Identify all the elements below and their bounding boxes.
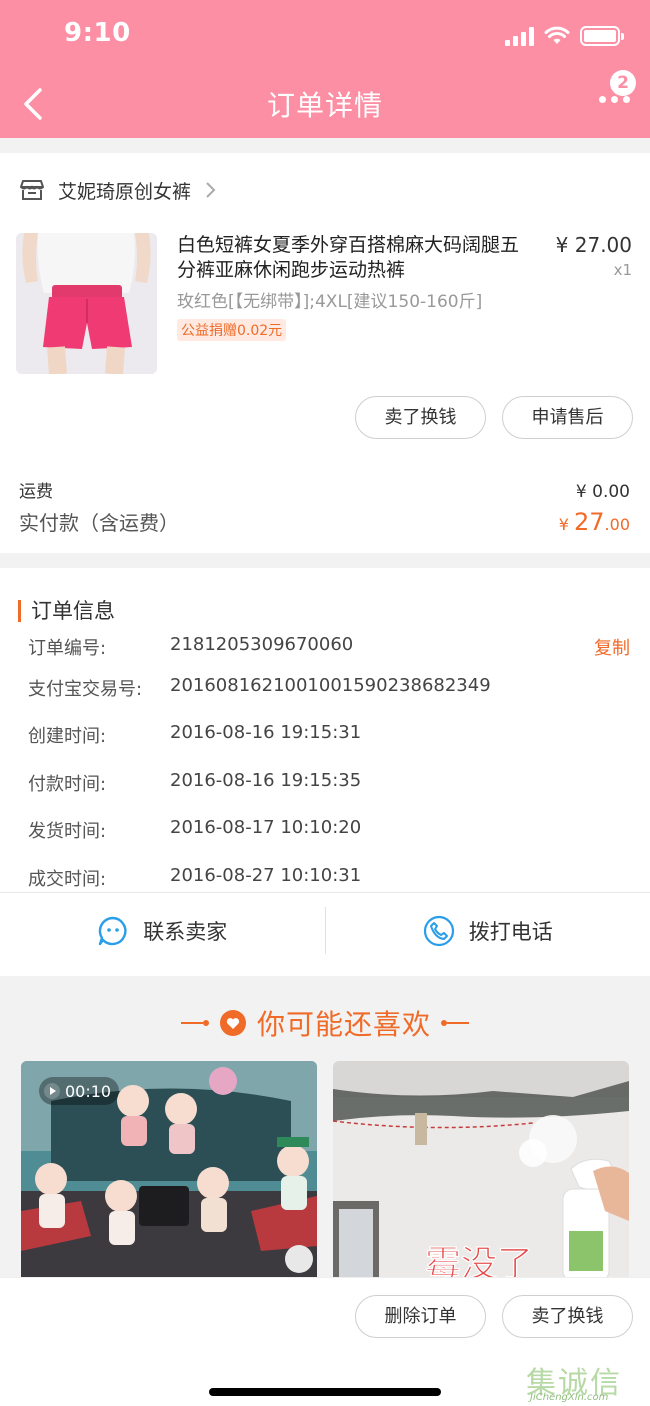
heart-icon	[219, 1010, 246, 1036]
product-image[interactable]	[16, 233, 157, 374]
product-title[interactable]: 白色短裤女夏季外穿百搭棉麻大码阔腿五分裤亚麻休闲跑步运动热裤	[177, 233, 537, 283]
call-phone-button[interactable]: 拨打电话	[326, 893, 650, 968]
info-row-order-no: 订单编号: 2181205309670060 复制	[28, 634, 630, 660]
shop-link[interactable]: 艾妮琦原创女裤	[20, 175, 217, 205]
recommend-item-2[interactable]: 霉没了	[333, 1061, 629, 1281]
info-row-shipped: 发货时间: 2016-08-17 10:10:20	[28, 817, 362, 842]
app-header: 9:10 订单详情 2	[0, 0, 650, 138]
status-time: 9:10	[64, 18, 131, 48]
video-duration-tag: 00:10	[39, 1077, 120, 1105]
info-row-created: 创建时间: 2016-08-16 19:15:31	[28, 722, 362, 747]
chevron-right-icon	[206, 182, 216, 198]
order-info-card: 订单信息 订单编号: 2181205309670060 复制 支付宝交易号: 2…	[0, 568, 650, 976]
home-indicator[interactable]	[209, 1388, 441, 1396]
info-row-paid: 付款时间: 2016-08-16 19:15:35	[28, 770, 362, 795]
recommend-header: 你可能还喜欢	[0, 1000, 650, 1046]
product-sku: 玫红色[【无绑带】];4XL[建议150-160斤]	[177, 292, 483, 312]
status-icons	[505, 22, 624, 50]
shop-icon	[20, 180, 44, 200]
call-phone-label: 拨打电话	[468, 919, 553, 944]
freight-label: 运费	[19, 482, 53, 502]
more-icon[interactable]	[599, 96, 630, 103]
paid-label: 实付款（含运费）	[19, 511, 179, 535]
charity-badge: 公益捐赠0.02元	[177, 319, 287, 341]
delete-order-button[interactable]: 删除订单	[355, 1295, 486, 1338]
paid-row: 实付款（含运费） ¥ 27.00	[19, 507, 630, 536]
battery-icon	[580, 26, 624, 46]
notification-badge: 2	[610, 70, 636, 96]
recommend-title: 你可能还喜欢	[256, 1008, 431, 1041]
decor-line-left	[180, 1020, 209, 1026]
shop-name: 艾妮琦原创女裤	[58, 180, 192, 203]
contact-seller-label: 联系卖家	[143, 919, 228, 944]
phone-icon	[423, 915, 454, 946]
contact-seller-button[interactable]: 联系卖家	[0, 893, 325, 968]
play-icon	[44, 1083, 60, 1099]
order-card: 艾妮琦原创女裤 白色短裤女夏季外穿百搭棉麻大码阔腿五分裤亚麻休闲跑步运动热裤 玫…	[0, 153, 650, 553]
recommend-item-2-caption: 霉没了	[425, 1244, 533, 1281]
copy-button[interactable]: 复制	[594, 634, 630, 660]
bottom-action-bar: 删除订单 卖了换钱 集诚信 JiChengXin.com	[0, 1277, 650, 1406]
info-row-completed: 成交时间: 2016-08-27 10:10:31	[28, 865, 362, 890]
decor-line-right	[441, 1020, 469, 1026]
after-sale-button[interactable]: 申请售后	[502, 396, 633, 439]
signal-icon	[505, 26, 534, 46]
product-price: ¥ 27.00	[555, 233, 632, 257]
order-number: 2181205309670060	[170, 634, 354, 655]
bottom-sell-for-cash-button[interactable]: 卖了换钱	[502, 1295, 633, 1338]
sell-for-cash-button[interactable]: 卖了换钱	[355, 396, 486, 439]
freight-value: ¥ 0.00	[575, 482, 630, 502]
contact-bar: 联系卖家 拨打电话	[0, 892, 650, 968]
chat-icon	[99, 916, 127, 945]
paid-amount: ¥ 27.00	[558, 508, 630, 536]
freight-row: 运费 ¥ 0.00	[19, 477, 630, 502]
wifi-icon	[544, 26, 570, 44]
recommend-item-1[interactable]: 00:10	[21, 1061, 317, 1281]
info-row-alipay-no: 支付宝交易号: 2016081621001001590238682349	[28, 675, 491, 700]
watermark-logo: 集诚信 JiChengXin.com	[526, 1366, 622, 1403]
order-info-title: 订单信息	[18, 600, 115, 622]
page-title: 订单详情	[266, 89, 383, 122]
product-qty: x1	[613, 261, 632, 279]
